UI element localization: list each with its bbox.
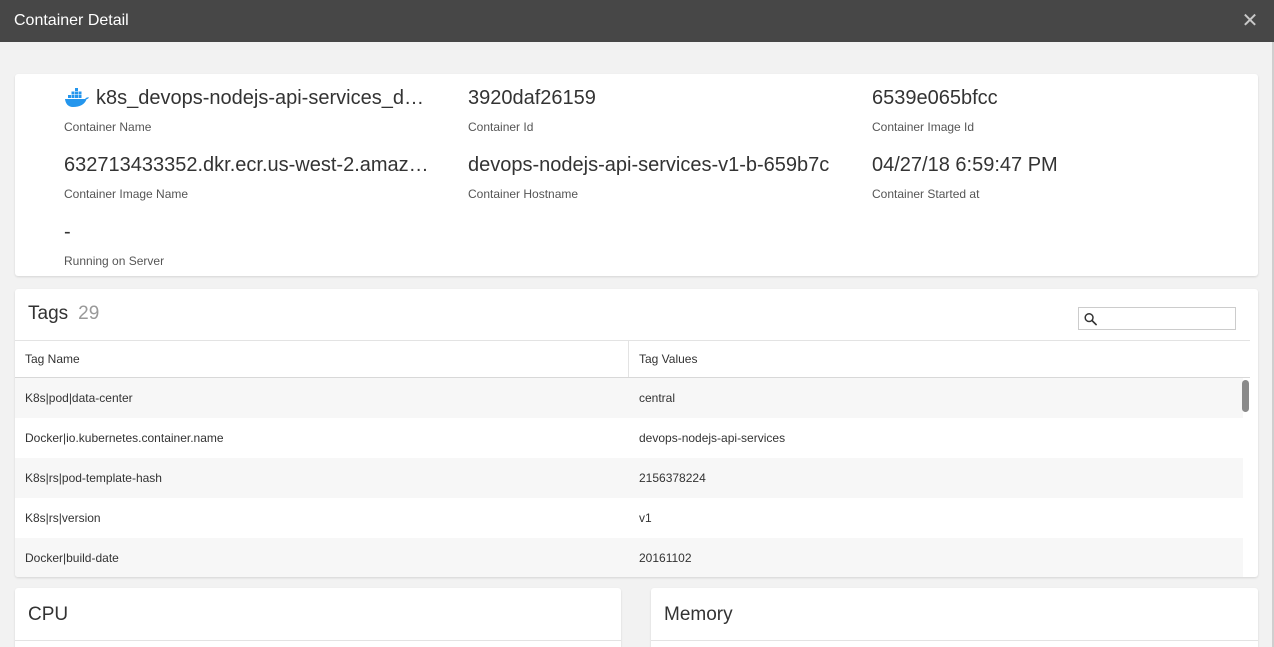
container-id-label: Container Id <box>468 120 534 134</box>
container-hostname-label: Container Hostname <box>468 187 579 201</box>
tags-table-header: Tag Name Tag Values <box>15 340 1250 378</box>
tags-header: Tags 29 <box>28 303 99 325</box>
tags-search-input[interactable] <box>1097 309 1235 328</box>
tag-name-cell: K8s|pod|data-center <box>25 391 133 405</box>
cpu-card: CPU <box>15 588 621 647</box>
container-name-value: k8s_devops-nodejs-api-services_devops-no… <box>96 87 434 109</box>
tags-title: Tags <box>28 303 69 324</box>
table-row[interactable]: Docker|build-date 20161102 <box>15 538 1243 577</box>
tag-value-cell: 2156378224 <box>639 471 706 485</box>
modal-content: k8s_devops-nodejs-api-services_devops-no… <box>0 42 1274 647</box>
tags-table: Tag Name Tag Values K8s|pod|data-center … <box>15 340 1258 577</box>
container-detail-modal: Container Detail ✕ k8s_devops-nodejs-api… <box>0 0 1274 647</box>
tag-name-cell: K8s|rs|version <box>25 511 101 525</box>
tags-count: 29 <box>78 303 100 324</box>
tags-table-body: K8s|pod|data-center central Docker|io.ku… <box>15 378 1243 577</box>
tag-value-cell: v1 <box>639 511 652 525</box>
container-image-id-label: Container Image Id <box>872 120 975 134</box>
table-row[interactable]: K8s|rs|pod-template-hash 2156378224 <box>15 458 1243 498</box>
table-row[interactable]: K8s|pod|data-center central <box>15 378 1243 418</box>
container-image-id-value: 6539e065bfcc <box>872 87 998 109</box>
table-row[interactable]: K8s|rs|version v1 <box>15 498 1243 538</box>
container-image-name-label: Container Image Name <box>64 187 189 201</box>
container-detail-card: k8s_devops-nodejs-api-services_devops-no… <box>15 74 1258 276</box>
running-on-server-label: Running on Server <box>64 254 165 268</box>
container-name-label: Container Name <box>64 120 152 134</box>
container-id-field: 3920daf26159 Container Id <box>468 84 872 151</box>
running-on-server-field: - Running on Server <box>64 218 468 285</box>
memory-divider <box>651 640 1258 641</box>
container-id-value: 3920daf26159 <box>468 87 596 109</box>
column-header-tag-name[interactable]: Tag Name <box>15 341 629 377</box>
tag-name-cell: K8s|rs|pod-template-hash <box>25 471 162 485</box>
running-on-server-value: - <box>64 221 71 243</box>
container-started-at-label: Container Started at <box>872 187 980 201</box>
modal-title: Container Detail <box>14 12 129 29</box>
tags-scrollbar-thumb[interactable] <box>1242 380 1249 412</box>
container-image-name-value: 632713433352.dkr.ecr.us-west-2.amazonaws… <box>64 154 434 176</box>
container-started-at-field: 04/27/18 6:59:47 PM Container Started at <box>872 151 1242 218</box>
container-hostname-value: devops-nodejs-api-services-v1-b-659b7c <box>468 154 830 176</box>
tags-search-box <box>1078 307 1236 330</box>
container-started-at-value: 04/27/18 6:59:47 PM <box>872 154 1058 176</box>
cpu-title: CPU <box>28 604 69 625</box>
tag-value-cell: central <box>639 391 676 405</box>
container-image-name-field: 632713433352.dkr.ecr.us-west-2.amazonaws… <box>64 151 468 218</box>
container-name-field: k8s_devops-nodejs-api-services_devops-no… <box>64 84 468 151</box>
memory-title: Memory <box>664 604 733 625</box>
tags-scrollbar[interactable] <box>1242 378 1250 577</box>
tag-value-cell: devops-nodejs-api-services <box>639 431 786 445</box>
memory-card: Memory <box>651 588 1258 647</box>
cpu-divider <box>15 640 621 641</box>
container-name-value-row: k8s_devops-nodejs-api-services_devops-no… <box>64 85 434 111</box>
search-icon <box>1084 312 1097 325</box>
container-hostname-field: devops-nodejs-api-services-v1-b-659b7c C… <box>468 151 872 218</box>
tag-name-cell: Docker|io.kubernetes.container.name <box>25 431 224 445</box>
detail-grid: k8s_devops-nodejs-api-services_devops-no… <box>64 84 1242 285</box>
tags-card: Tags 29 Tag Name Tag Values K8s|pod|data-… <box>15 289 1258 577</box>
tag-value-cell: 20161102 <box>639 551 692 565</box>
close-icon[interactable]: ✕ <box>1240 11 1260 31</box>
tag-name-cell: Docker|build-date <box>25 551 119 565</box>
column-header-tag-values[interactable]: Tag Values <box>629 341 1250 377</box>
docker-whale-icon <box>65 88 89 107</box>
container-image-id-field: 6539e065bfcc Container Image Id <box>872 84 1242 151</box>
table-row[interactable]: Docker|io.kubernetes.container.name devo… <box>15 418 1243 458</box>
modal-titlebar: Container Detail ✕ <box>0 0 1274 42</box>
